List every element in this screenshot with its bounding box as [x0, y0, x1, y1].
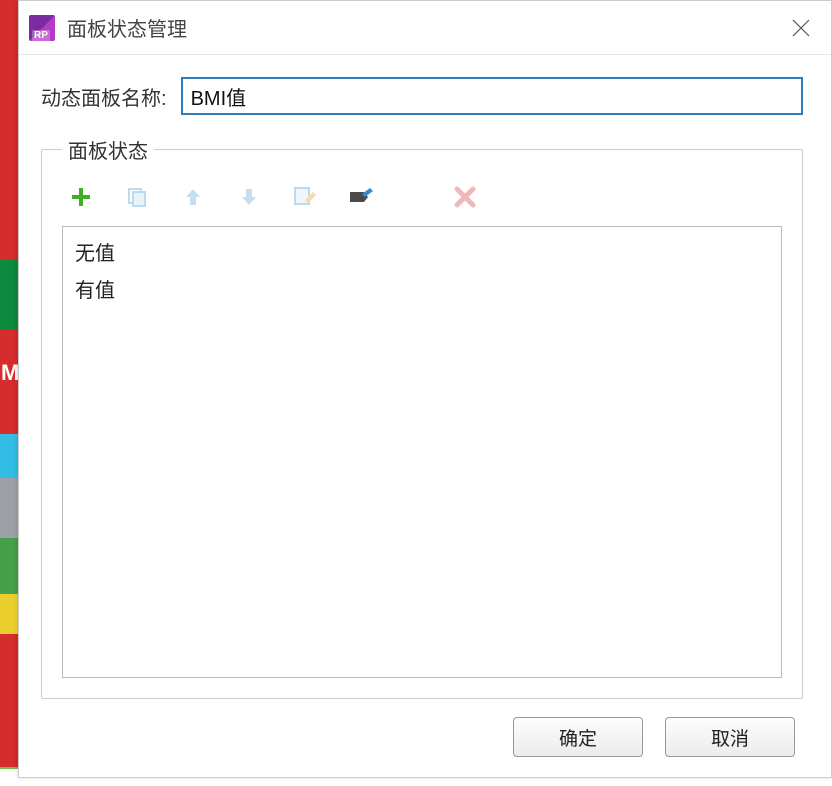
close-icon [792, 19, 810, 37]
panel-state-manager-dialog: 面板状态管理 动态面板名称: 面板状态 [18, 0, 832, 778]
add-state-button[interactable] [68, 184, 94, 210]
ok-button[interactable]: 确定 [513, 717, 643, 757]
states-toolbar [62, 180, 782, 226]
titlebar: 面板状态管理 [19, 1, 831, 55]
panel-states-fieldset: 面板状态 [41, 135, 803, 699]
bg-strip [0, 478, 18, 538]
bg-strip [0, 538, 18, 594]
edit-state-button[interactable] [292, 184, 318, 210]
panel-name-input[interactable] [181, 77, 803, 115]
dialog-body: 动态面板名称: 面板状态 [19, 55, 831, 777]
bg-strip [0, 434, 18, 478]
list-item[interactable]: 无值 [73, 233, 771, 270]
state-list[interactable]: 无值 有值 [62, 226, 782, 678]
app-icon [29, 15, 55, 41]
duplicate-icon [126, 186, 148, 208]
bg-strip [0, 594, 18, 634]
delete-icon [454, 186, 476, 208]
delete-state-button[interactable] [452, 184, 478, 210]
duplicate-state-button[interactable] [124, 184, 150, 210]
name-label: 动态面板名称: [41, 82, 167, 111]
move-up-button[interactable] [180, 184, 206, 210]
arrow-down-icon [238, 186, 260, 208]
bg-strip [0, 260, 18, 330]
add-icon [70, 186, 92, 208]
arrow-up-icon [182, 186, 204, 208]
fieldset-legend: 面板状态 [62, 135, 154, 164]
dialog-footer: 确定 取消 [41, 699, 803, 761]
rename-icon [348, 186, 374, 208]
window-title: 面板状态管理 [67, 13, 187, 42]
rename-state-button[interactable] [348, 184, 374, 210]
bg-strip [0, 634, 18, 784]
list-item[interactable]: 有值 [73, 270, 771, 307]
edit-icon [293, 186, 317, 208]
cancel-button[interactable]: 取消 [665, 717, 795, 757]
bg-partial-text: M [0, 360, 18, 386]
name-row: 动态面板名称: [41, 77, 803, 115]
move-down-button[interactable] [236, 184, 262, 210]
close-button[interactable] [771, 1, 831, 55]
